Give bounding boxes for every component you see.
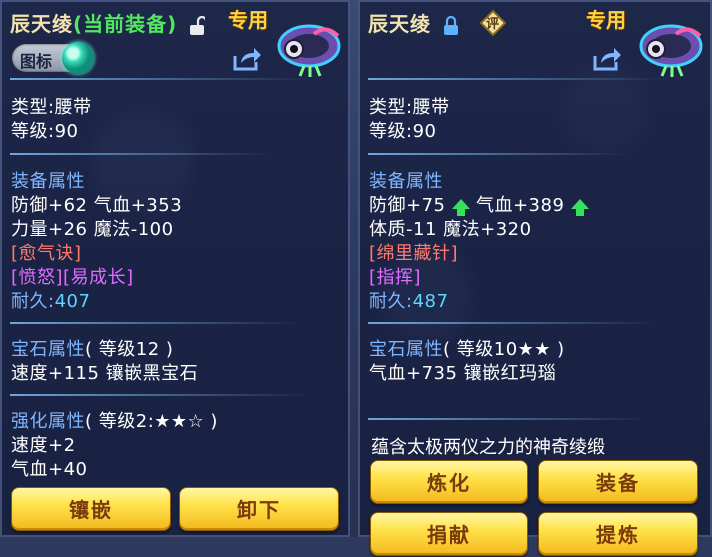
divider xyxy=(10,153,270,155)
rate-icon-text: 评 xyxy=(486,17,500,32)
special-effects: [指挥] xyxy=(369,267,422,288)
gem-header-label: 宝石属性 xyxy=(369,339,443,360)
durability-label: 耐久: xyxy=(369,291,413,312)
unlock-icon[interactable] xyxy=(189,15,206,36)
donate-button[interactable]: 捐献 xyxy=(370,512,528,556)
special-effects: [愤怒][易成长] xyxy=(11,267,134,288)
lock-icon[interactable] xyxy=(443,15,459,36)
compare-item-tooltip: 辰天绫 评 专用 类型:腰带 等级:90 装备属性 防御+75 气血+389 体… xyxy=(358,0,712,556)
type-row: 类型:腰带 xyxy=(11,93,92,119)
divider xyxy=(368,418,648,420)
gem-level: ( 等级10★★ ) xyxy=(443,339,565,360)
up-arrow-icon xyxy=(570,199,589,216)
defense-value: 防御+75 xyxy=(369,195,446,216)
item-name: 辰天绫 xyxy=(368,12,431,36)
enhance-level: ( 等级2:★★☆ ) xyxy=(85,411,218,432)
refine-button[interactable]: 炼化 xyxy=(370,460,528,504)
enhance-attribute-line: 气血+40 xyxy=(11,459,88,480)
enhance-attribute-line: 速度+2 xyxy=(11,435,76,456)
gem-orb-icon xyxy=(62,42,94,74)
icon-toggle[interactable]: 图标 xyxy=(12,42,94,74)
type-label: 类型: xyxy=(369,97,413,118)
unequip-button[interactable]: 卸下 xyxy=(179,487,339,531)
durability-row: 耐久:407 xyxy=(11,287,90,313)
gem-header-label: 宝石属性 xyxy=(11,339,85,360)
equipped-item-tooltip: 辰天绫(当前装备) 专用 图标 类型:腰带 等级:90 装备属性 防御+62 气… xyxy=(0,0,350,537)
durability-label: 耐久: xyxy=(11,291,55,312)
hp-value: 气血+389 xyxy=(469,195,565,216)
equipment-attributes-header: 装备属性 xyxy=(11,171,85,192)
divider xyxy=(10,78,310,80)
special-skill: [愈气诀] xyxy=(11,243,82,264)
equipped-status: (当前装备) xyxy=(73,12,178,36)
level-row: 等级:90 xyxy=(11,117,78,143)
share-icon[interactable] xyxy=(592,46,622,72)
exclusive-tag: 专用 xyxy=(586,8,626,32)
gem-attributes-header: 宝石属性( 等级10★★ ) xyxy=(369,335,565,361)
level-value: 90 xyxy=(54,121,79,142)
gem-attributes-header: 宝石属性( 等级12 ) xyxy=(11,335,173,361)
divider xyxy=(10,322,300,324)
divider xyxy=(368,153,628,155)
attribute-line: 防御+75 气血+389 xyxy=(369,191,589,217)
durability-value: 487 xyxy=(412,291,449,312)
icon-toggle-label: 图标 xyxy=(20,52,53,71)
attribute-line: 防御+62 气血+353 xyxy=(11,195,183,216)
level-label: 等级: xyxy=(369,121,413,142)
item-title: 辰天绫 xyxy=(368,8,459,37)
gem-level: ( 等级12 ) xyxy=(85,339,174,360)
type-label: 类型: xyxy=(11,97,55,118)
enhance-header-label: 强化属性 xyxy=(11,411,85,432)
level-value: 90 xyxy=(412,121,437,142)
up-arrow-icon xyxy=(451,199,470,216)
attribute-line: 体质-11 魔法+320 xyxy=(369,219,532,240)
equipment-attributes-header: 装备属性 xyxy=(369,171,443,192)
divider xyxy=(10,394,310,396)
durability-row: 耐久:487 xyxy=(369,287,448,313)
item-title: 辰天绫(当前装备) xyxy=(10,8,206,37)
type-row: 类型:腰带 xyxy=(369,93,450,119)
rate-icon[interactable]: 评 xyxy=(479,9,507,37)
extract-button[interactable]: 提炼 xyxy=(538,512,698,556)
type-value: 腰带 xyxy=(412,97,450,118)
equip-button[interactable]: 装备 xyxy=(538,460,698,504)
special-skill: [绵里藏针] xyxy=(369,243,459,264)
durability-value: 407 xyxy=(54,291,91,312)
gem-attribute-line: 速度+115 镶嵌黑宝石 xyxy=(11,363,199,384)
belt-item-icon xyxy=(277,24,341,77)
exclusive-tag: 专用 xyxy=(228,8,268,32)
belt-item-icon xyxy=(639,24,703,77)
enhance-attributes-header: 强化属性( 等级2:★★☆ ) xyxy=(11,407,218,433)
item-name: 辰天绫 xyxy=(10,12,73,36)
gem-attribute-line: 气血+735 镶嵌红玛瑙 xyxy=(369,363,557,384)
attribute-line: 力量+26 魔法-100 xyxy=(11,219,174,240)
inlay-button[interactable]: 镶嵌 xyxy=(11,487,171,531)
type-value: 腰带 xyxy=(54,97,92,118)
level-row: 等级:90 xyxy=(369,117,436,143)
item-description: 蕴含太极两仪之力的神奇绫缎 xyxy=(371,437,605,458)
divider xyxy=(368,322,658,324)
level-label: 等级: xyxy=(11,121,55,142)
share-icon[interactable] xyxy=(232,46,262,72)
divider xyxy=(368,78,668,80)
